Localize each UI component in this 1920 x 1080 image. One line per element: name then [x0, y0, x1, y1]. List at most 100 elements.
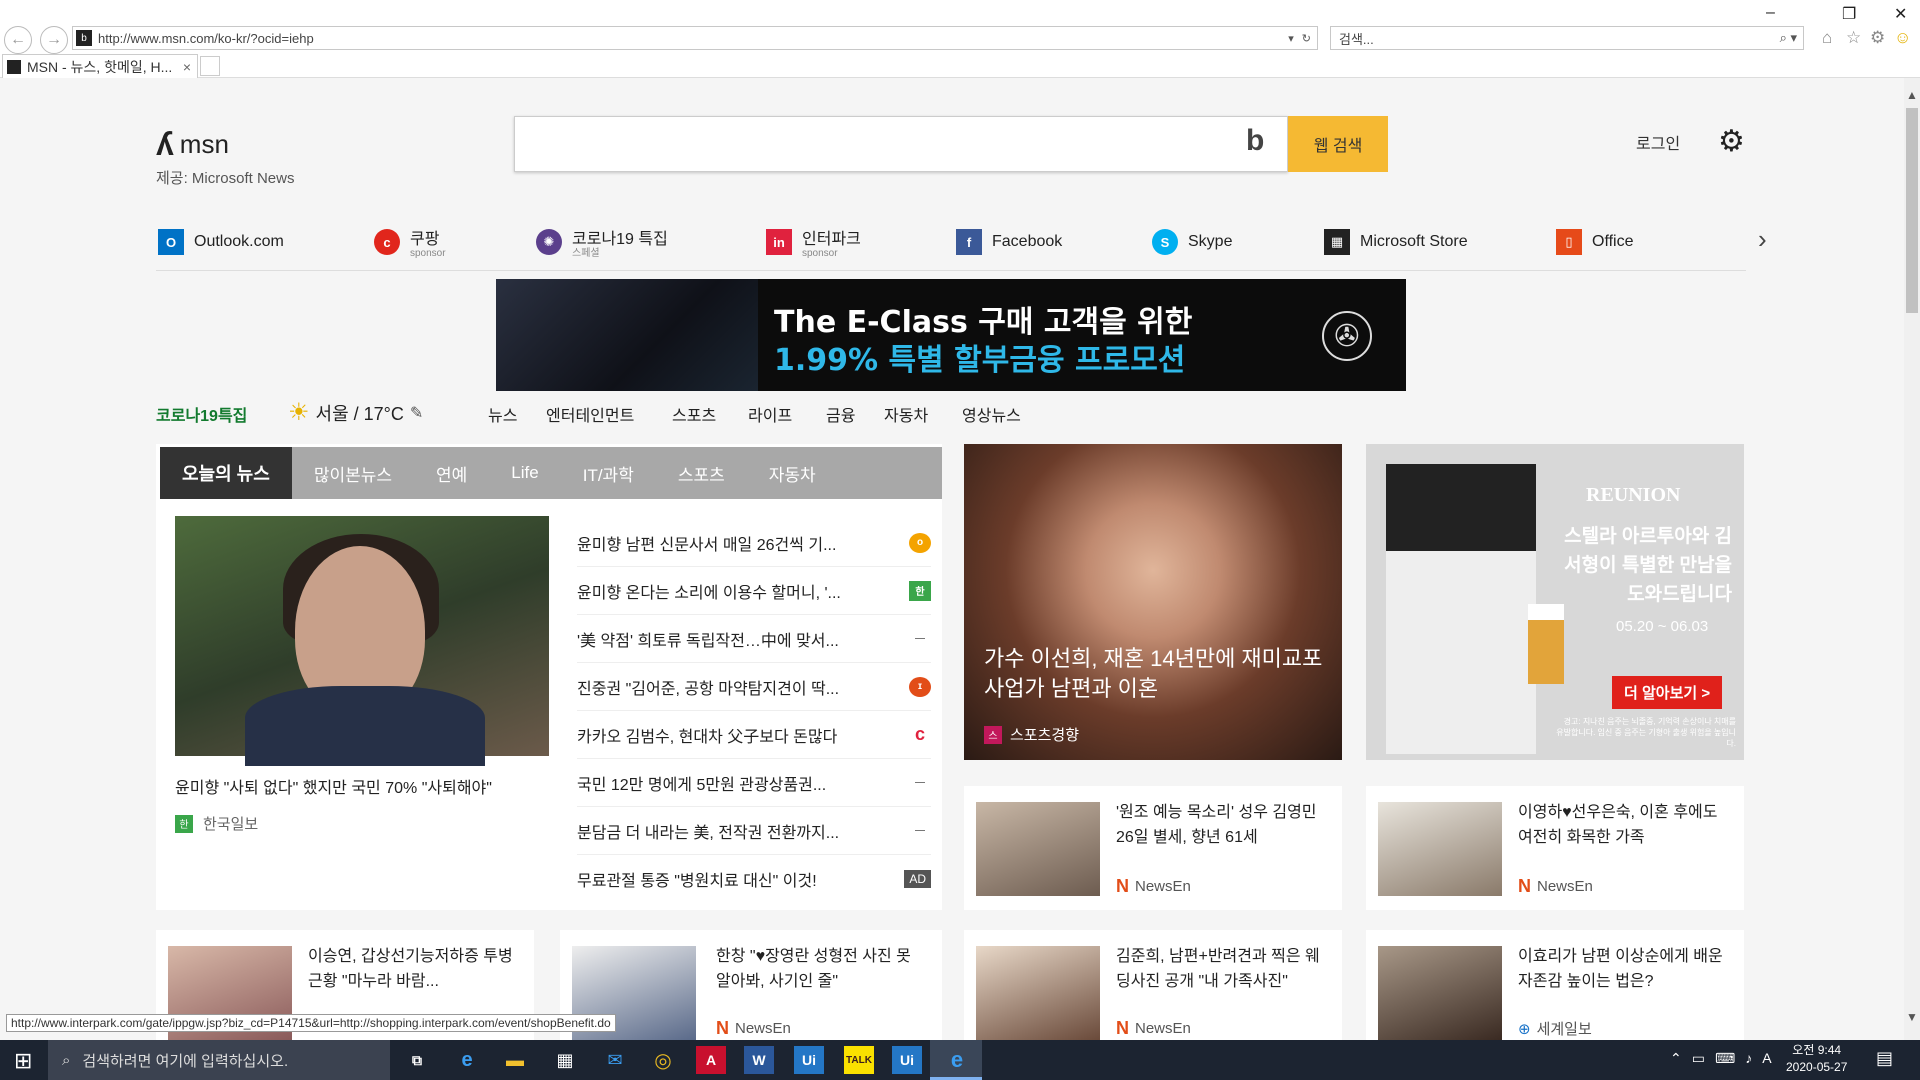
task-view-icon[interactable]: ⧉ [402, 1046, 432, 1074]
nav-news[interactable]: 뉴스 [488, 402, 517, 426]
lead-story-title[interactable]: 윤미향 "사퇴 없다" 했지만 국민 70% "사퇴해야" [175, 774, 492, 798]
news-card[interactable]: '원조 예능 목소리' 성우 김영민 26일 별세, 향년 61세 N NewsE… [964, 786, 1342, 910]
quicklink-label: 쿠팡 [410, 231, 440, 248]
headline-item[interactable]: '美 약점' 희토류 독립작전…中에 맞서... — [577, 615, 931, 663]
windows-start-icon[interactable]: ⊞ [14, 1048, 32, 1074]
kakaotalk-icon[interactable]: TALK [844, 1046, 874, 1074]
forward-button[interactable]: → [40, 26, 68, 54]
search-icon[interactable]: ⌕ ▾ [1780, 30, 1803, 46]
nav-video[interactable]: 영상뉴스 [962, 402, 1021, 426]
quicklink-office[interactable]: ▯ Office [1556, 224, 1634, 260]
banner-ad[interactable]: The E-Class 구매 고객을 위한 1.99% 특별 할부금융 프로모션… [496, 279, 1406, 391]
refresh-icon[interactable]: ↻ [1302, 32, 1311, 45]
nav-sports[interactable]: 스포츠 [672, 402, 716, 426]
weather-widget[interactable]: ☀ 서울 / 17°C ✎ [288, 398, 423, 427]
uipath-studio-icon[interactable]: Ui [892, 1046, 922, 1074]
edge-icon[interactable]: e [452, 1046, 482, 1074]
word-icon[interactable]: W [744, 1046, 774, 1074]
nav-life[interactable]: 라이프 [748, 402, 792, 426]
restore-icon[interactable]: ❐ [1842, 4, 1856, 24]
news-card[interactable]: 이효리가 남편 이상순에게 배운 자존감 높이는 법은? ⊕ 세계일보 [1366, 930, 1744, 1040]
tab-today-news[interactable]: 오늘의 뉴스 [160, 447, 292, 499]
learn-more-button[interactable]: 더 알아보기 > [1612, 676, 1723, 709]
tab-sports[interactable]: 스포츠 [656, 447, 747, 499]
headline-item[interactable]: 윤미향 남편 신문사서 매일 26건씩 기... o [577, 519, 931, 567]
back-button[interactable]: ← [4, 26, 32, 54]
headline-item[interactable]: 국민 12만 명에게 5만원 관광상품권... — [577, 759, 931, 807]
smiley-icon[interactable]: ☺ [1894, 28, 1911, 48]
news-card[interactable]: 이영하♥선우은숙, 이혼 후에도 여전히 화목한 가족 N NewsEn [1366, 786, 1744, 910]
favorites-icon[interactable]: ☆ [1846, 28, 1861, 48]
new-tab-button[interactable] [200, 56, 220, 76]
browser-search-box[interactable]: 검색... ⌕ ▾ [1330, 26, 1804, 50]
hero-ad-stella[interactable]: REUNION 스텔라 아르투아와 김서형이 특별한 만남을 도와드립니다 05… [1366, 444, 1744, 760]
tab-msn[interactable]: MSN - 뉴스, 핫메일, H... × [2, 54, 198, 78]
quicklink-outlook[interactable]: O Outlook.com [158, 224, 284, 260]
mail-icon[interactable]: ✉ [600, 1046, 630, 1074]
tab-it-science[interactable]: IT/과학 [561, 447, 656, 499]
nav-entertainment[interactable]: 엔터테인먼트 [546, 402, 634, 426]
tab-most-viewed[interactable]: 많이본뉴스 [292, 447, 414, 499]
nav-finance[interactable]: 금융 [826, 402, 855, 426]
chevron-up-icon[interactable]: ⌃ [1670, 1050, 1682, 1067]
settings-icon[interactable]: ⚙ [1870, 28, 1885, 48]
gear-icon[interactable]: ⚙ [1718, 124, 1745, 159]
home-icon[interactable]: ⌂ [1822, 28, 1832, 48]
volume-icon[interactable]: ♪ [1745, 1050, 1752, 1067]
address-bar[interactable]: b http://www.msn.com/ko-kr/?ocid=iehp ▾ ↻ [72, 26, 1318, 50]
source-name: NewsEn [1135, 1020, 1191, 1037]
quicklink-coupang[interactable]: c 쿠팡 sponsor [374, 224, 446, 260]
chevron-right-icon[interactable]: › [1758, 224, 1767, 255]
chrome-icon[interactable]: ◎ [648, 1046, 678, 1074]
tab-close-icon[interactable]: × [183, 59, 197, 75]
web-search-button[interactable]: 웹 검색 [1288, 116, 1388, 172]
headline-item[interactable]: 진중권 "김어준, 공항 마약탐지견이 딱... ɪ [577, 663, 931, 711]
network-icon[interactable]: ⌨ [1715, 1050, 1735, 1067]
lead-story-source: 한 한국일보 [175, 813, 258, 834]
scroll-thumb[interactable] [1906, 108, 1918, 313]
scroll-up-icon[interactable]: ▲ [1904, 88, 1920, 102]
news-card[interactable]: 김준희, 남편+반려견과 찍은 웨딩사진 공개 "내 가족사진" N NewsEn [964, 930, 1342, 1040]
dropdown-icon[interactable]: ▾ [1288, 32, 1294, 45]
web-search-input[interactable] [514, 116, 1288, 172]
headline-item[interactable]: 윤미향 온다는 소리에 이용수 할머니, '... 한 [577, 567, 931, 615]
file-explorer-icon[interactable]: ▬ [500, 1046, 530, 1074]
tab-auto[interactable]: 자동차 [747, 447, 838, 499]
nav-auto[interactable]: 자동차 [884, 402, 928, 426]
system-tray[interactable]: ⌃ ▭ ⌨ ♪ A [1670, 1050, 1772, 1067]
headline-item[interactable]: 분담금 더 내라는 美, 전작권 전환까지... — [577, 807, 931, 855]
close-icon[interactable]: ✕ [1894, 4, 1907, 24]
minimize-icon[interactable]: – [1766, 4, 1775, 22]
ie-icon[interactable]: e [942, 1046, 972, 1074]
msn-logo[interactable]: ʎ msn [156, 126, 229, 163]
quicklink-corona[interactable]: ✺ 코로나19 특집 스페셜 [536, 224, 668, 260]
headline-item[interactable]: 무료관절 통증 "병원치료 대신" 이것! AD [577, 855, 931, 903]
notification-icon[interactable]: ▤ [1876, 1048, 1893, 1069]
quicklink-facebook[interactable]: f Facebook [956, 224, 1062, 260]
login-link[interactable]: 로그인 [1636, 130, 1680, 154]
quicklink-store[interactable]: ▦ Microsoft Store [1324, 224, 1468, 260]
store-taskbar-icon[interactable]: ▦ [550, 1046, 580, 1074]
headline-item[interactable]: 카카오 김범수, 현대차 父子보다 돈많다 c [577, 711, 931, 759]
page-scrollbar[interactable]: ▲ ▼ [1904, 78, 1920, 1040]
taskbar-search[interactable]: ⌕ 검색하려면 여기에 입력하십시오. [48, 1040, 390, 1080]
quicklink-interpark[interactable]: in 인터파크 sponsor [766, 224, 861, 260]
lead-story-image[interactable] [175, 516, 549, 766]
pencil-icon[interactable]: ✎ [410, 403, 423, 423]
battery-icon[interactable]: ▭ [1692, 1050, 1705, 1067]
ad-person-image [1386, 464, 1536, 754]
hero-story-1[interactable]: 가수 이선희, 재혼 14년만에 재미교포 사업가 남편과 이혼 스 스포츠경향 [964, 444, 1342, 760]
tab-entertainment[interactable]: 연예 [414, 447, 489, 499]
tab-life[interactable]: Life [489, 447, 560, 499]
news-card[interactable]: 한창 "♥장영란 성형전 사진 못 알아봐, 사기인 줄" N NewsEn [560, 930, 942, 1040]
covid-special-link[interactable]: 코로나19특집 [156, 402, 247, 426]
acrobat-icon[interactable]: A [696, 1046, 726, 1074]
divider [156, 270, 1746, 271]
uipath-icon[interactable]: Ui [794, 1046, 824, 1074]
card-image [976, 802, 1100, 896]
clock[interactable]: 오전 9:44 2020-05-27 [1786, 1042, 1847, 1076]
scroll-down-icon[interactable]: ▼ [1904, 1010, 1920, 1024]
ime-icon[interactable]: A [1762, 1050, 1771, 1067]
browser-search-placeholder: 검색... [1339, 31, 1374, 47]
quicklink-skype[interactable]: S Skype [1152, 224, 1232, 260]
